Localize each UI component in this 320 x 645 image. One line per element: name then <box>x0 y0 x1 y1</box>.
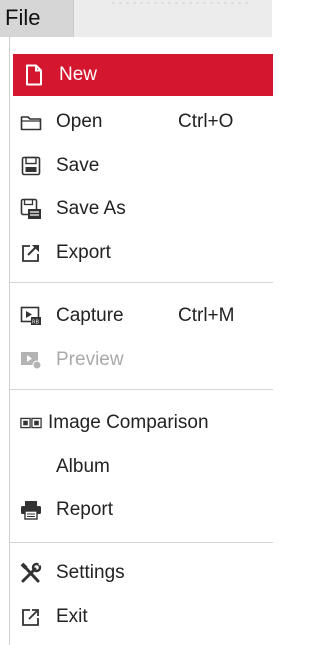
menubar-background-pattern <box>110 0 250 6</box>
save-as-icon <box>20 198 42 220</box>
file-menu-screen: File New Open Ctrl+O Save Save As Export… <box>0 0 273 645</box>
printer-icon <box>20 499 42 521</box>
preview-icon <box>20 349 42 371</box>
file-dropdown-menu: New Open Ctrl+O Save Save As Export RB C… <box>9 37 273 645</box>
folder-icon <box>20 111 42 133</box>
menu-separator <box>10 282 273 283</box>
menu-separator <box>10 542 273 543</box>
menu-item-exit[interactable]: Exit <box>10 596 273 638</box>
menu-item-label: Image Comparison <box>48 412 209 433</box>
menu-item-export[interactable]: Export <box>10 232 273 274</box>
exit-icon <box>20 606 42 628</box>
menu-item-label: Exit <box>56 606 88 627</box>
image-comparison-icon <box>20 412 42 434</box>
menu-item-save-as[interactable]: Save As <box>10 188 273 230</box>
menu-item-label: Preview <box>56 349 124 370</box>
save-icon <box>20 155 42 177</box>
menu-item-capture[interactable]: RB Capture Ctrl+M <box>10 295 273 337</box>
menu-item-label: Report <box>56 499 114 520</box>
album-icon-placeholder <box>20 456 42 478</box>
menu-item-save[interactable]: Save <box>10 145 273 187</box>
menu-item-open[interactable]: Open Ctrl+O <box>10 101 273 143</box>
tools-icon <box>20 562 42 584</box>
menu-item-label: Save As <box>56 198 126 219</box>
svg-text:RB: RB <box>32 320 39 326</box>
menu-item-shortcut: Ctrl+M <box>178 305 235 326</box>
capture-icon: RB <box>20 305 42 327</box>
new-file-icon <box>23 64 45 86</box>
menu-item-report[interactable]: Report <box>10 489 273 531</box>
menu-item-new[interactable]: New <box>13 54 273 96</box>
menu-item-album[interactable]: Album <box>10 446 273 488</box>
menu-separator <box>10 389 273 390</box>
menu-item-image-comparison[interactable]: Image Comparison <box>10 402 273 444</box>
export-icon <box>20 242 42 264</box>
menu-item-label: New <box>59 64 98 85</box>
menu-item-label: Export <box>56 242 111 263</box>
menu-item-label: Save <box>56 155 100 176</box>
menu-item-label: Album <box>56 456 110 477</box>
menu-item-label: Capture <box>56 305 124 326</box>
file-menu-title[interactable]: File <box>0 0 74 37</box>
menu-item-preview[interactable]: Preview <box>10 339 273 381</box>
menu-bar: File <box>0 0 272 37</box>
menu-item-settings[interactable]: Settings <box>10 552 273 594</box>
menu-item-shortcut: Ctrl+O <box>178 111 234 132</box>
menu-item-label: Settings <box>56 562 125 583</box>
menu-item-label: Open <box>56 111 103 132</box>
